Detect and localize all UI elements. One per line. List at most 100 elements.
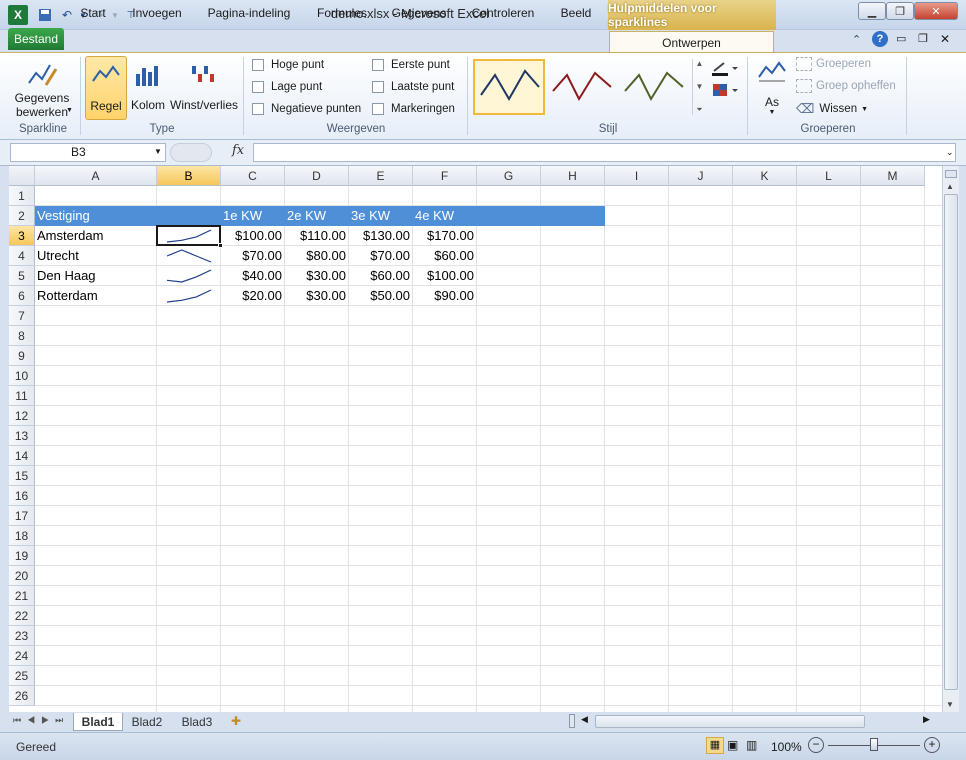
header-cell-d[interactable]: 2e KW	[287, 206, 349, 226]
row-header-6[interactable]: 6	[9, 286, 35, 306]
cell-value[interactable]: $100.00	[413, 266, 477, 286]
type-line-button[interactable]: Regel	[85, 56, 127, 120]
checkbox-markers[interactable]: Markeringen	[372, 103, 455, 115]
column-header-l[interactable]: L	[797, 166, 861, 186]
header-cell-e[interactable]: 3e KW	[351, 206, 413, 226]
column-header-b[interactable]: B	[157, 166, 221, 186]
row-header-18[interactable]: 18	[9, 526, 35, 546]
zoom-in-icon[interactable]: +	[924, 737, 940, 753]
type-column-button[interactable]: Kolom	[130, 60, 166, 112]
scroll-left-icon[interactable]: ◀	[581, 714, 588, 725]
minimize-button[interactable]: ▁	[858, 2, 886, 20]
workbook-minimize-icon[interactable]: ▭	[896, 32, 906, 45]
formula-input[interactable]	[253, 143, 956, 162]
type-winloss-button[interactable]: Winst/verlies	[170, 60, 238, 112]
row-header-14[interactable]: 14	[9, 446, 35, 466]
worksheet-grid[interactable]: A B C D E F G H I J K L M 1 2 3 4 5 6 7 8 9 10 11 12 13 14 15 16 17 18…	[9, 166, 942, 712]
cell-value[interactable]: $110.00	[285, 226, 349, 246]
checkbox-negative-points[interactable]: Negatieve punten	[252, 103, 361, 115]
tab-design[interactable]: Ontwerpen	[609, 31, 774, 53]
checkbox-first-point[interactable]: Eerste punt	[372, 59, 450, 71]
cell-value[interactable]: $60.00	[413, 246, 477, 266]
tab-file[interactable]: Bestand	[8, 28, 64, 50]
cell-value[interactable]: $170.00	[413, 226, 477, 246]
cell-value[interactable]: $70.00	[349, 246, 413, 266]
vertical-scroll-thumb[interactable]	[944, 194, 958, 690]
column-header-c[interactable]: C	[221, 166, 285, 186]
tab-formulas[interactable]: Formules	[310, 3, 374, 22]
sheet-nav-icons[interactable]: ⏮◀▶⏭	[13, 715, 69, 726]
row-header-19[interactable]: 19	[9, 546, 35, 566]
checkbox-last-point[interactable]: Laatste punt	[372, 81, 454, 93]
column-header-f[interactable]: F	[413, 166, 477, 186]
cell-name-amsterdam[interactable]: Amsterdam	[37, 226, 156, 246]
checkbox-box[interactable]	[252, 59, 264, 71]
sheet-tab-blad3[interactable]: Blad3	[173, 713, 221, 731]
cell-value[interactable]: $70.00	[221, 246, 285, 266]
cell-value[interactable]: $20.00	[221, 286, 285, 306]
header-cell-f[interactable]: 4e KW	[415, 206, 477, 226]
row-header-7[interactable]: 7	[9, 306, 35, 326]
cell-value[interactable]: $30.00	[285, 286, 349, 306]
row-header-3[interactable]: 3	[9, 226, 35, 246]
checkbox-box[interactable]	[372, 103, 384, 115]
gallery-more-icon[interactable]: ⏷	[696, 105, 702, 115]
column-header-m[interactable]: M	[861, 166, 925, 186]
checkbox-box[interactable]	[372, 59, 384, 71]
tab-page-layout[interactable]: Pagina-indeling	[198, 3, 300, 22]
row-header-9[interactable]: 9	[9, 346, 35, 366]
name-box[interactable]: B3	[10, 143, 166, 162]
checkbox-box[interactable]	[372, 81, 384, 93]
maximize-button[interactable]: ❐	[886, 2, 914, 20]
clear-dropdown-icon[interactable]: ▼	[861, 106, 868, 113]
scroll-down-icon[interactable]: ▼	[946, 700, 954, 709]
tab-insert[interactable]: Invoegen	[126, 3, 188, 22]
sheet-tab-blad1[interactable]: Blad1	[73, 713, 123, 731]
gallery-up-icon[interactable]: ▲	[696, 59, 704, 68]
row-header-1[interactable]: 1	[9, 186, 35, 206]
axis-dropdown-icon[interactable]: ▼	[769, 109, 776, 116]
cell-value[interactable]: $60.00	[349, 266, 413, 286]
header-cell-a[interactable]: Vestiging	[37, 206, 157, 226]
marker-color-button[interactable]	[712, 83, 740, 99]
zoom-slider-thumb[interactable]	[870, 738, 878, 751]
expand-formula-bar-icon[interactable]: ⌄	[946, 147, 954, 158]
checkbox-box[interactable]	[252, 81, 264, 93]
zoom-level[interactable]: 100%	[771, 740, 802, 754]
row-header-12[interactable]: 12	[9, 406, 35, 426]
row-header-25[interactable]: 25	[9, 666, 35, 686]
vertical-scrollbar[interactable]: ▲ ▼	[942, 166, 959, 712]
close-button[interactable]: ✕	[914, 2, 958, 20]
cell-value[interactable]: $130.00	[349, 226, 413, 246]
header-cell-c[interactable]: 1e KW	[223, 206, 285, 226]
cell-value[interactable]: $90.00	[413, 286, 477, 306]
edit-data-button[interactable]: Gegevens bewerken	[12, 59, 72, 119]
cell-value[interactable]: $30.00	[285, 266, 349, 286]
row-header-23[interactable]: 23	[9, 626, 35, 646]
row-header-20[interactable]: 20	[9, 566, 35, 586]
row-header-24[interactable]: 24	[9, 646, 35, 666]
cell-name-rotterdam[interactable]: Rotterdam	[37, 286, 156, 306]
cell-name-den-haag[interactable]: Den Haag	[37, 266, 156, 286]
row-header-4[interactable]: 4	[9, 246, 35, 266]
column-header-k[interactable]: K	[733, 166, 797, 186]
style-gallery-scroll[interactable]: ▲ ▼ ⏷	[692, 59, 706, 115]
cell-value[interactable]: $40.00	[221, 266, 285, 286]
insert-sheet-icon[interactable]: ✚	[231, 714, 241, 728]
row-header-21[interactable]: 21	[9, 586, 35, 606]
axis-button[interactable]: As ▼	[754, 59, 790, 116]
row-header-17[interactable]: 17	[9, 506, 35, 526]
help-icon[interactable]: ?	[872, 31, 888, 47]
sparkline-color-button[interactable]	[712, 61, 740, 77]
excel-logo-icon[interactable]: X	[8, 5, 28, 25]
zoom-out-icon[interactable]: −	[808, 737, 824, 753]
sheet-tab-blad2[interactable]: Blad2	[123, 713, 171, 731]
cell-value[interactable]: $100.00	[221, 226, 285, 246]
column-header-g[interactable]: G	[477, 166, 541, 186]
sparkline-style-1[interactable]	[473, 59, 545, 115]
save-icon[interactable]	[36, 6, 54, 24]
name-box-dropdown-icon[interactable]: ▼	[154, 147, 162, 156]
column-header-e[interactable]: E	[349, 166, 413, 186]
sparkline-rotterdam[interactable]	[157, 286, 221, 306]
checkbox-high-point[interactable]: Hoge punt	[252, 59, 324, 71]
